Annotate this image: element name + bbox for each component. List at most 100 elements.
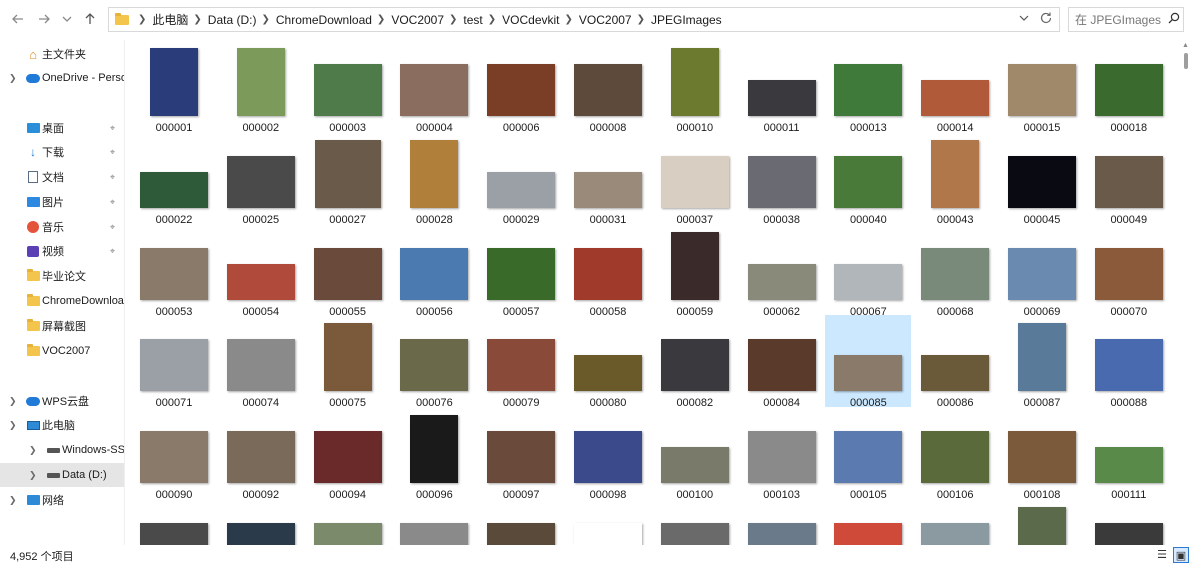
sidebar-item[interactable]: ❯ WPS云盘 bbox=[0, 389, 124, 413]
file-item[interactable]: 000054 bbox=[218, 224, 304, 318]
search-icon[interactable] bbox=[1165, 12, 1183, 27]
sidebar-item[interactable]: ❯ 此电脑 bbox=[0, 413, 124, 437]
file-item[interactable]: 000084 bbox=[739, 315, 825, 409]
file-item[interactable]: 000004 bbox=[391, 40, 477, 134]
vertical-scrollbar[interactable]: ▲ bbox=[1180, 40, 1192, 545]
file-item[interactable]: 000094 bbox=[305, 407, 391, 501]
back-arrow-icon[interactable] bbox=[8, 9, 28, 29]
sidebar-item[interactable]: 图片 ⌖ bbox=[0, 190, 124, 214]
breadcrumb-this-pc[interactable]: 此电脑 bbox=[152, 11, 188, 28]
file-item[interactable]: 000079 bbox=[478, 315, 564, 409]
file-item[interactable]: 000057 bbox=[478, 224, 564, 318]
file-item[interactable]: 000008 bbox=[565, 40, 651, 134]
file-item[interactable] bbox=[999, 499, 1085, 545]
file-item[interactable]: 000022 bbox=[131, 132, 217, 226]
sidebar-item[interactable]: 音乐 ⌖ bbox=[0, 215, 124, 239]
file-item[interactable] bbox=[1086, 499, 1172, 545]
chevron-right-icon[interactable]: ❯ bbox=[377, 14, 385, 25]
breadcrumb-data-drive[interactable]: Data (D:) bbox=[208, 13, 257, 27]
chevron-right-icon[interactable]: ❯ bbox=[193, 14, 201, 25]
file-item[interactable]: 000003 bbox=[305, 40, 391, 134]
file-item[interactable]: 000053 bbox=[131, 224, 217, 318]
file-item[interactable]: 000010 bbox=[652, 40, 738, 134]
file-item[interactable]: 000006 bbox=[478, 40, 564, 134]
sidebar-item[interactable]: 毕业论文 bbox=[0, 264, 124, 288]
file-item[interactable] bbox=[478, 499, 564, 545]
file-item[interactable]: 000098 bbox=[565, 407, 651, 501]
file-item[interactable]: 000031 bbox=[565, 132, 651, 226]
breadcrumb-voc2007-inner[interactable]: VOC2007 bbox=[579, 13, 632, 27]
sidebar-item[interactable]: 文档 ⌖ bbox=[0, 165, 124, 189]
file-item[interactable] bbox=[391, 499, 477, 545]
breadcrumb-voc2007[interactable]: VOC2007 bbox=[391, 13, 444, 27]
file-item[interactable]: 000092 bbox=[218, 407, 304, 501]
file-item[interactable] bbox=[565, 499, 651, 545]
sidebar-item[interactable]: ChromeDownloac bbox=[0, 289, 124, 313]
file-item[interactable] bbox=[218, 499, 304, 545]
chevron-right-icon[interactable]: ❯ bbox=[488, 14, 496, 25]
breadcrumb-vocdevkit[interactable]: VOCdevkit bbox=[502, 13, 559, 27]
file-item[interactable]: 000002 bbox=[218, 40, 304, 134]
file-item[interactable]: 000076 bbox=[391, 315, 477, 409]
recent-locations-chevron-icon[interactable] bbox=[57, 9, 77, 29]
chevron-right-icon[interactable]: ❯ bbox=[138, 14, 146, 25]
file-item[interactable] bbox=[825, 499, 911, 545]
file-item[interactable]: 000096 bbox=[391, 407, 477, 501]
chevron-right-icon[interactable]: ❯ bbox=[565, 14, 573, 25]
sidebar-item[interactable]: 桌面 ⌖ bbox=[0, 116, 124, 140]
file-item[interactable]: 000018 bbox=[1086, 40, 1172, 134]
details-view-icon[interactable]: ☰ bbox=[1154, 547, 1170, 563]
file-item[interactable] bbox=[912, 499, 998, 545]
file-item[interactable]: 000100 bbox=[652, 407, 738, 501]
file-item[interactable]: 000086 bbox=[912, 315, 998, 409]
search-input[interactable]: 在 JPEGImages ... bbox=[1075, 11, 1165, 28]
chevron-right-icon[interactable]: ❯ bbox=[261, 14, 269, 25]
file-item[interactable]: 000069 bbox=[999, 224, 1085, 318]
file-item[interactable]: 000108 bbox=[999, 407, 1085, 501]
file-item[interactable]: 000067 bbox=[825, 224, 911, 318]
file-item[interactable]: 000040 bbox=[825, 132, 911, 226]
chevron-right-icon[interactable]: ❯ bbox=[449, 14, 457, 25]
file-item[interactable]: 000025 bbox=[218, 132, 304, 226]
file-item[interactable] bbox=[652, 499, 738, 545]
file-item[interactable]: 000085 bbox=[825, 315, 912, 409]
file-item[interactable]: 000014 bbox=[912, 40, 998, 134]
chevron-right-icon[interactable]: ❯ bbox=[29, 470, 37, 481]
chevron-right-icon[interactable]: ❯ bbox=[9, 396, 17, 407]
file-item[interactable]: 000103 bbox=[739, 407, 825, 501]
search-box[interactable]: 在 JPEGImages ... bbox=[1068, 7, 1184, 32]
sidebar-item[interactable]: 屏幕截图 bbox=[0, 314, 124, 338]
file-item[interactable]: 000038 bbox=[739, 132, 825, 226]
file-item[interactable]: 000082 bbox=[652, 315, 738, 409]
forward-arrow-icon[interactable] bbox=[34, 9, 54, 29]
file-item[interactable]: 000062 bbox=[739, 224, 825, 318]
file-item[interactable]: 000088 bbox=[1086, 315, 1172, 409]
chevron-right-icon[interactable]: ❯ bbox=[9, 420, 17, 431]
file-item[interactable]: 000029 bbox=[478, 132, 564, 226]
file-item[interactable]: 000056 bbox=[391, 224, 477, 318]
sidebar-item[interactable]: ↓ 下载 ⌖ bbox=[0, 140, 124, 164]
file-item[interactable]: 000001 bbox=[131, 40, 217, 134]
file-item[interactable]: 000087 bbox=[999, 315, 1085, 409]
sidebar-item[interactable]: ❯ OneDrive - Persor bbox=[0, 66, 124, 90]
sidebar-item[interactable]: ❯ Windows-SSD (C bbox=[0, 438, 124, 462]
chevron-right-icon[interactable]: ❯ bbox=[637, 14, 645, 25]
file-item[interactable]: 000074 bbox=[218, 315, 304, 409]
file-item[interactable]: 000045 bbox=[999, 132, 1085, 226]
scrollbar-thumb[interactable] bbox=[1184, 53, 1188, 69]
sidebar-item[interactable]: ❯ Data (D:) bbox=[0, 463, 124, 487]
file-item[interactable]: 000071 bbox=[131, 315, 217, 409]
file-item[interactable] bbox=[131, 499, 217, 545]
file-item[interactable]: 000028 bbox=[391, 132, 477, 226]
file-item[interactable]: 000037 bbox=[652, 132, 738, 226]
file-item[interactable]: 000070 bbox=[1086, 224, 1172, 318]
file-item[interactable]: 000049 bbox=[1086, 132, 1172, 226]
up-arrow-icon[interactable] bbox=[80, 9, 100, 29]
chevron-right-icon[interactable]: ❯ bbox=[9, 73, 17, 84]
file-item[interactable] bbox=[739, 499, 825, 545]
file-item[interactable]: 000027 bbox=[305, 132, 391, 226]
breadcrumb-chromedownload[interactable]: ChromeDownload bbox=[276, 13, 372, 27]
file-item[interactable]: 000075 bbox=[305, 315, 391, 409]
sidebar-item[interactable]: VOC2007 bbox=[0, 339, 124, 363]
file-item[interactable] bbox=[305, 499, 391, 545]
